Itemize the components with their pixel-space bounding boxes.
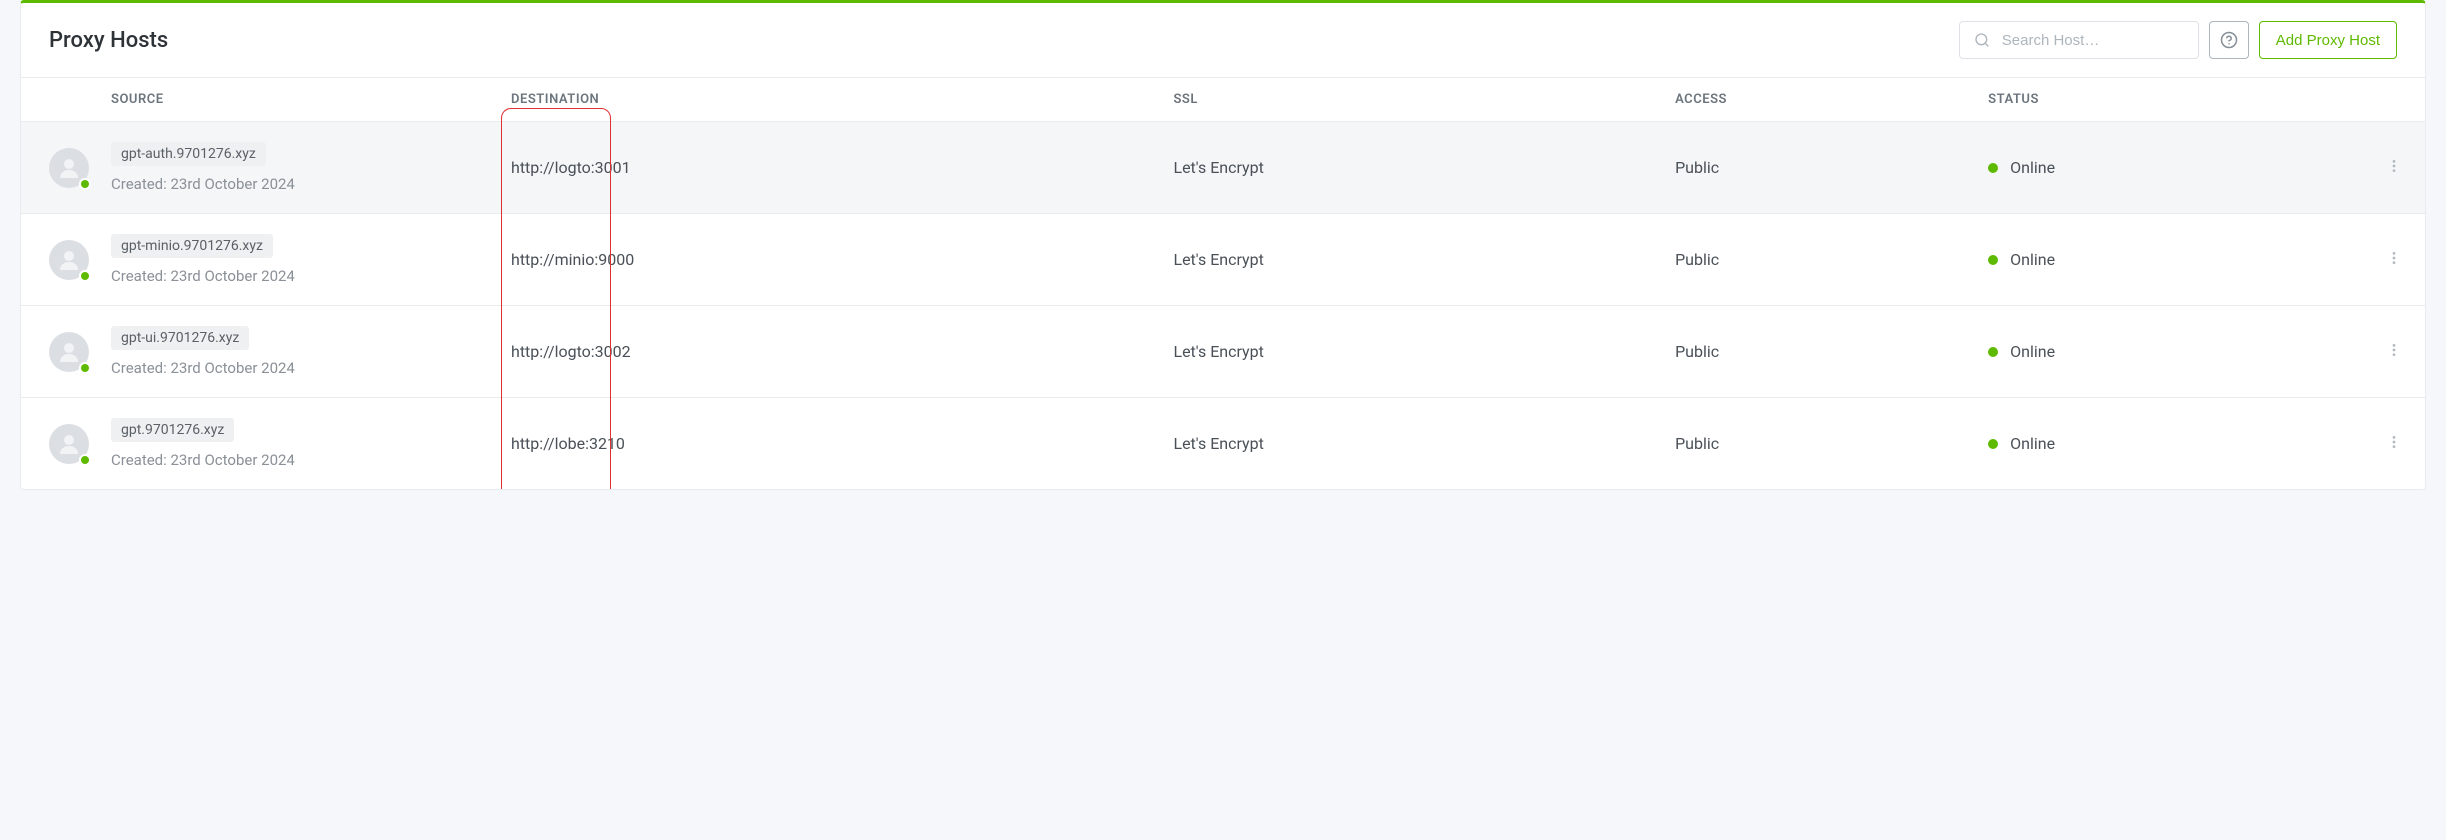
col-source: SOURCE: [111, 78, 511, 122]
col-access: ACCESS: [1675, 78, 1988, 122]
more-vertical-icon: [2386, 434, 2402, 450]
status-label: Online: [2010, 342, 2055, 361]
more-vertical-icon: [2386, 158, 2402, 174]
user-icon: [57, 156, 81, 180]
page-title: Proxy Hosts: [49, 28, 168, 53]
destination-cell: http://lobe:3210: [511, 398, 1173, 490]
avatar: [49, 332, 89, 372]
host-chip[interactable]: gpt-minio.9701276.xyz: [111, 234, 273, 258]
status-cell: Online: [1988, 398, 2375, 490]
created-label: Created: 23rd October 2024: [111, 359, 295, 377]
destination-cell: http://logto:3001: [511, 122, 1173, 214]
user-icon: [57, 248, 81, 272]
host-chip[interactable]: gpt-auth.9701276.xyz: [111, 142, 266, 166]
destination-cell: http://minio:9000: [511, 214, 1173, 306]
ssl-cell: Let's Encrypt: [1173, 122, 1675, 214]
status-label: Online: [2010, 158, 2055, 177]
user-icon: [57, 432, 81, 456]
ssl-cell: Let's Encrypt: [1173, 214, 1675, 306]
row-menu-button[interactable]: [2380, 336, 2408, 367]
status-label: Online: [2010, 434, 2055, 453]
panel-header: Proxy Hosts Add Proxy Host: [21, 3, 2425, 77]
created-label: Created: 23rd October 2024: [111, 267, 295, 285]
status-dot-icon: [1988, 439, 1998, 449]
access-cell: Public: [1675, 398, 1988, 490]
search-box[interactable]: [1959, 21, 2199, 59]
search-icon: [1974, 32, 1990, 48]
col-destination: DESTINATION: [511, 78, 1173, 122]
avatar: [49, 240, 89, 280]
access-cell: Public: [1675, 122, 1988, 214]
header-actions: Add Proxy Host: [1959, 21, 2397, 59]
help-icon: [2220, 31, 2238, 49]
table-row[interactable]: gpt.9701276.xyz Created: 23rd October 202…: [21, 398, 2425, 490]
proxy-hosts-panel: Proxy Hosts Add Proxy Host SOURCE: [20, 0, 2426, 490]
table-row[interactable]: gpt-minio.9701276.xyz Created: 23rd Octob…: [21, 214, 2425, 306]
presence-dot: [79, 454, 91, 466]
row-menu-button[interactable]: [2380, 152, 2408, 183]
presence-dot: [79, 362, 91, 374]
col-avatar: [21, 78, 111, 122]
status-dot-icon: [1988, 255, 1998, 265]
more-vertical-icon: [2386, 342, 2402, 358]
host-chip[interactable]: gpt.9701276.xyz: [111, 418, 234, 442]
table-wrapper: SOURCE DESTINATION SSL ACCESS STATUS gpt…: [21, 77, 2425, 489]
presence-dot: [79, 270, 91, 282]
presence-dot: [79, 178, 91, 190]
search-input[interactable]: [2002, 32, 2184, 49]
help-button[interactable]: [2209, 21, 2249, 59]
ssl-cell: Let's Encrypt: [1173, 306, 1675, 398]
col-actions: [2375, 78, 2425, 122]
avatar: [49, 424, 89, 464]
proxy-hosts-table: SOURCE DESTINATION SSL ACCESS STATUS gpt…: [21, 77, 2425, 489]
host-chip[interactable]: gpt-ui.9701276.xyz: [111, 326, 249, 350]
status-cell: Online: [1988, 306, 2375, 398]
access-cell: Public: [1675, 306, 1988, 398]
table-row[interactable]: gpt-ui.9701276.xyz Created: 23rd October …: [21, 306, 2425, 398]
table-row[interactable]: gpt-auth.9701276.xyz Created: 23rd Octobe…: [21, 122, 2425, 214]
status-cell: Online: [1988, 214, 2375, 306]
row-menu-button[interactable]: [2380, 428, 2408, 459]
col-ssl: SSL: [1173, 78, 1675, 122]
status-cell: Online: [1988, 122, 2375, 214]
add-proxy-host-button[interactable]: Add Proxy Host: [2259, 21, 2397, 59]
row-menu-button[interactable]: [2380, 244, 2408, 275]
status-label: Online: [2010, 250, 2055, 269]
ssl-cell: Let's Encrypt: [1173, 398, 1675, 490]
destination-cell: http://logto:3002: [511, 306, 1173, 398]
access-cell: Public: [1675, 214, 1988, 306]
more-vertical-icon: [2386, 250, 2402, 266]
status-dot-icon: [1988, 163, 1998, 173]
created-label: Created: 23rd October 2024: [111, 175, 295, 193]
created-label: Created: 23rd October 2024: [111, 451, 295, 469]
col-status: STATUS: [1988, 78, 2375, 122]
status-dot-icon: [1988, 347, 1998, 357]
avatar: [49, 148, 89, 188]
user-icon: [57, 340, 81, 364]
